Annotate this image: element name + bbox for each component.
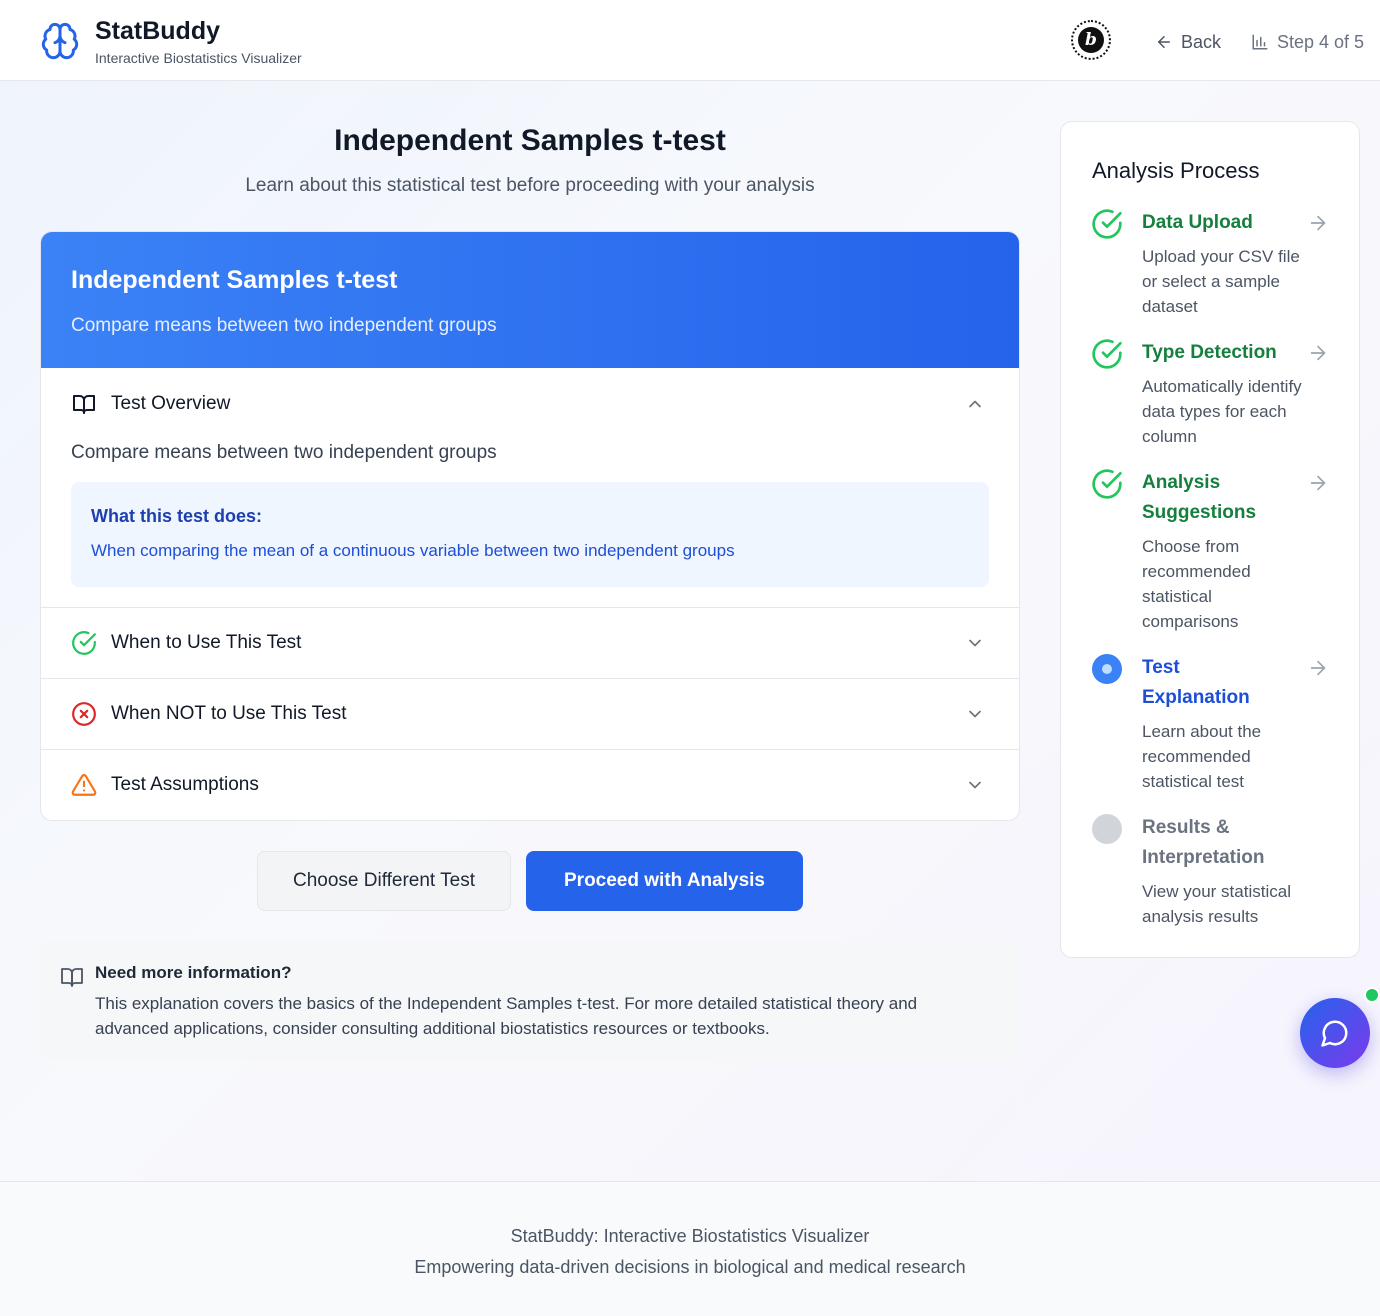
- check-circle-icon: [1092, 209, 1122, 239]
- card-title: Independent Samples t-test: [71, 266, 398, 294]
- choose-different-test-button[interactable]: Choose Different Test: [257, 851, 511, 911]
- check-circle-icon: [71, 630, 97, 656]
- proceed-with-analysis-button[interactable]: Proceed with Analysis: [526, 851, 803, 911]
- step-description: Upload your CSV file or select a sample …: [1142, 247, 1300, 316]
- chevron-up-icon[interactable]: [965, 394, 985, 414]
- arrow-right-icon: [1310, 475, 1326, 491]
- more-info-text-line2: advanced applications, consider consulti…: [95, 1019, 770, 1038]
- arrow-right-icon: [1310, 345, 1326, 361]
- brain-icon: [41, 22, 79, 60]
- section-label: When to Use This Test: [111, 632, 302, 653]
- sidebar-title: Analysis Process: [1092, 158, 1260, 183]
- back-button[interactable]: Back: [1155, 28, 1221, 56]
- step-indicator: Step 4 of 5: [1251, 28, 1364, 56]
- app-header: StatBuddy Interactive Biostatistics Visu…: [0, 0, 1380, 81]
- chat-button[interactable]: [1300, 998, 1370, 1068]
- badge-logo[interactable]: b: [1071, 20, 1111, 60]
- section-label: When NOT to Use This Test: [111, 703, 347, 724]
- footer-line1: StatBuddy: Interactive Biostatistics Vis…: [510, 1226, 870, 1246]
- step-title: Type Detection: [1142, 342, 1277, 363]
- back-label: Back: [1181, 31, 1222, 52]
- more-info-panel: Need more information? This explanation …: [40, 941, 1020, 1061]
- online-status-dot: [1364, 987, 1380, 1003]
- pending-step-icon: [1092, 814, 1122, 844]
- chevron-down-icon[interactable]: [965, 775, 985, 795]
- section-label: Test Assumptions: [111, 774, 259, 795]
- test-explanation-card: Independent Samples t-test Compare means…: [40, 231, 1020, 821]
- section-header-test-assumptions[interactable]: Test Assumptions: [41, 750, 1019, 820]
- step-description: Automatically identify data types for ea…: [1142, 377, 1302, 446]
- x-circle-icon: [71, 701, 97, 727]
- badge-letter: b: [1078, 27, 1104, 53]
- chat-bubble-icon: [1321, 1020, 1348, 1047]
- step-indicator-text: Step 4 of 5: [1277, 31, 1365, 52]
- bar-chart-icon: [1252, 34, 1268, 50]
- step-description: View your statistical analysis results: [1142, 882, 1291, 926]
- section-test-overview: Test Overview Compare means between two …: [41, 368, 1019, 608]
- card-header: Independent Samples t-test Compare means…: [41, 232, 1019, 368]
- section-when-to-use: When to Use This Test: [41, 608, 1019, 679]
- book-icon: [71, 391, 97, 417]
- chevron-down-icon[interactable]: [965, 633, 985, 653]
- step-title: Test Explanation: [1142, 657, 1250, 708]
- section-header-when-to-use[interactable]: When to Use This Test: [41, 608, 1019, 678]
- analysis-process-sidebar: Analysis Process Data Upload Upload your…: [1060, 121, 1360, 958]
- section-body-test-overview: Compare means between two independent gr…: [41, 442, 1019, 607]
- section-header-test-overview[interactable]: Test Overview: [41, 368, 1019, 440]
- app-subtitle: Interactive Biostatistics Visualizer: [95, 50, 302, 66]
- current-step-icon: [1092, 654, 1122, 684]
- step-title: Results & Interpretation: [1142, 817, 1265, 868]
- section-label: Test Overview: [111, 393, 231, 414]
- warning-icon: [71, 772, 97, 798]
- more-info-title: Need more information?: [95, 963, 292, 982]
- footer-line2: Empowering data-driven decisions in biol…: [414, 1257, 966, 1277]
- page-title: Independent Samples t-test: [334, 124, 726, 157]
- book-icon: [61, 968, 83, 987]
- card-subtitle: Compare means between two independent gr…: [71, 315, 497, 336]
- check-circle-icon: [1092, 469, 1122, 499]
- check-circle-icon: [1092, 339, 1122, 369]
- arrow-right-icon: [1310, 660, 1326, 676]
- info-box-title: What this test does:: [91, 506, 263, 526]
- step-description: Learn about the recommended statistical …: [1142, 722, 1262, 791]
- footer: StatBuddy: Interactive Biostatistics Vis…: [0, 1181, 1380, 1316]
- more-info-text-line1: This explanation covers the basics of th…: [95, 994, 918, 1013]
- step-title: Analysis Suggestions: [1142, 472, 1257, 523]
- arrow-right-icon: [1310, 215, 1326, 231]
- app-name: StatBuddy: [95, 17, 220, 45]
- section-when-not-to-use: When NOT to Use This Test: [41, 679, 1019, 750]
- chevron-down-icon[interactable]: [965, 704, 985, 724]
- step-description: Choose from recommended statistical comp…: [1142, 537, 1251, 631]
- info-box-text: When comparing the mean of a continuous …: [91, 541, 735, 560]
- overview-description: Compare means between two independent gr…: [71, 442, 497, 463]
- section-test-assumptions: Test Assumptions: [41, 750, 1019, 820]
- info-box: What this test does: When comparing the …: [71, 482, 989, 587]
- page-subtitle: Learn about this statistical test before…: [245, 175, 815, 196]
- section-header-when-not-to-use[interactable]: When NOT to Use This Test: [41, 679, 1019, 749]
- arrow-left-icon: [1158, 36, 1170, 48]
- step-title: Data Upload: [1142, 212, 1253, 233]
